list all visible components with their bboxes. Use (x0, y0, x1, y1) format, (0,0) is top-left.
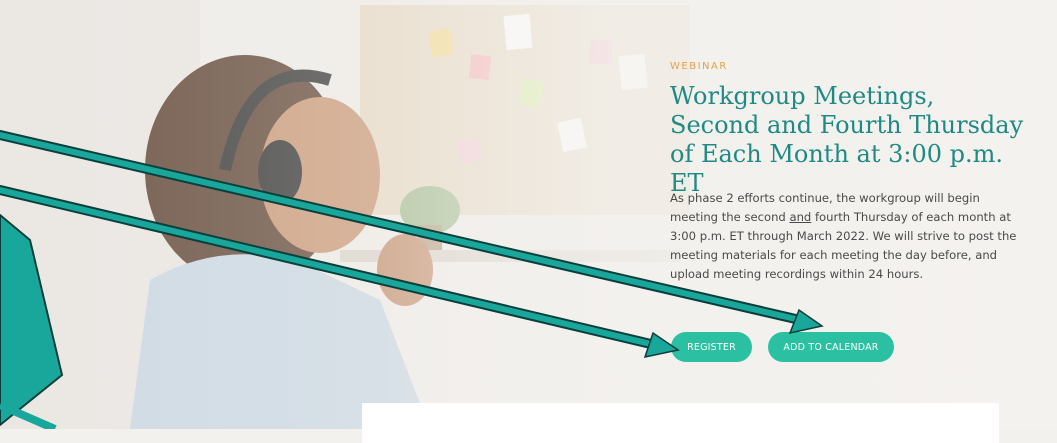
eyebrow-label: WEBINAR (670, 61, 728, 72)
page-title: Workgroup Meetings, Second and Fourth Th… (670, 82, 1024, 197)
register-button[interactable]: REGISTER (671, 332, 752, 362)
content-card (362, 403, 999, 443)
description-underlined-word: and (789, 210, 812, 224)
webinar-hero: WEBINAR Workgroup Meetings, Second and F… (0, 0, 1057, 443)
event-description: As phase 2 efforts continue, the workgro… (670, 189, 1022, 284)
add-to-calendar-button[interactable]: ADD TO CALENDAR (768, 332, 894, 362)
